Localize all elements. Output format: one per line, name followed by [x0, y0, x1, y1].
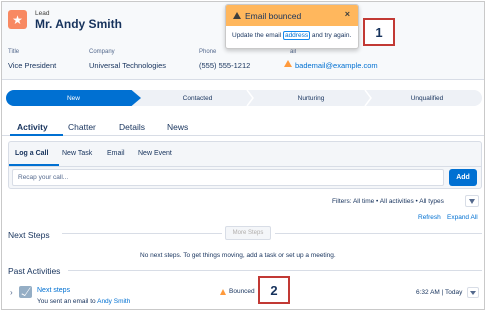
past-activities-heading: Past Activities — [8, 266, 61, 276]
phone-field-label: Phone — [199, 49, 217, 55]
path-bar: New Contacted Nurturing Unqualified — [2, 84, 484, 110]
path-separator — [246, 90, 254, 106]
publisher-tab-log-a-call[interactable]: Log a Call — [15, 150, 48, 157]
toast-message: Update the email address and try again. — [226, 26, 358, 40]
callout-badge-2: 2 — [258, 276, 290, 304]
toast-title: Email bounced — [245, 10, 302, 21]
path-step-contacted[interactable]: Contacted — [141, 90, 254, 106]
recap-call-input[interactable] — [12, 169, 444, 186]
path-step-nurturing[interactable]: Nurturing — [254, 90, 368, 106]
active-tab-indicator — [10, 134, 63, 136]
tab-news[interactable]: News — [167, 122, 188, 132]
funnel-icon — [469, 198, 475, 204]
warning-icon — [233, 12, 241, 19]
activity-publisher: Log a Call New Task Email New Event Add — [8, 141, 482, 189]
chevron-right-icon[interactable]: › — [10, 288, 13, 297]
activity-title-link[interactable]: Next steps — [37, 287, 70, 294]
publisher-divider — [9, 166, 481, 167]
toast-message-start: Update the email — [232, 32, 283, 39]
company-field-value: Universal Technologies — [89, 61, 166, 70]
activity-timestamp: 6:32 AM | Today — [416, 289, 463, 296]
callout-badge-1: 1 — [363, 18, 395, 46]
add-button[interactable]: Add — [449, 169, 477, 186]
no-next-steps-message: No next steps. To get things moving, add… — [140, 252, 336, 259]
tab-chatter[interactable]: Chatter — [68, 122, 96, 132]
warning-icon — [284, 60, 292, 67]
email-icon — [19, 286, 32, 298]
bounced-label: Bounced — [229, 288, 255, 295]
recipient-link[interactable]: Andy Smith — [97, 298, 130, 305]
email-field-label: ail — [290, 49, 297, 55]
path-step-unqualified[interactable]: Unqualified — [372, 90, 482, 106]
activity-summary: You sent an email to Andy Smith — [37, 298, 130, 305]
expand-all-link[interactable]: Expand All — [447, 214, 478, 221]
tab-details[interactable]: Details — [119, 122, 145, 132]
record-page: ★ Lead Mr. Andy Smith Title Vice Preside… — [1, 1, 485, 310]
chevron-down-icon — [470, 290, 476, 295]
object-type-label: Lead — [35, 10, 50, 17]
section-divider — [275, 233, 482, 234]
record-name: Mr. Andy Smith — [35, 17, 122, 31]
filter-button[interactable] — [465, 195, 479, 207]
publisher-active-indicator — [9, 164, 59, 166]
title-field-label: Title — [8, 49, 20, 55]
phone-field-value: (555) 555-1212 — [199, 61, 251, 70]
publisher-tab-new-task[interactable]: New Task — [62, 150, 92, 157]
toast-message-end: and try again. — [310, 32, 352, 39]
toast-address-link[interactable]: address — [282, 31, 311, 40]
section-divider — [68, 270, 482, 271]
warning-icon — [220, 288, 226, 295]
tab-activity[interactable]: Activity — [17, 122, 48, 132]
title-field-value: Vice President — [8, 61, 57, 70]
next-steps-heading: Next Steps — [8, 230, 50, 240]
toast-header: Email bounced × — [226, 5, 358, 26]
company-field-label: Company — [89, 49, 115, 55]
email-field-value[interactable]: bademail@example.com — [295, 61, 378, 70]
filters-summary: Filters: All time • All activities • All… — [332, 198, 444, 205]
path-track: New Contacted Nurturing Unqualified — [6, 90, 482, 106]
bounced-status: Bounced — [220, 288, 255, 295]
publisher-tab-email[interactable]: Email — [107, 150, 125, 157]
email-bounced-toast: Email bounced × Update the email address… — [225, 4, 359, 49]
refresh-link[interactable]: Refresh — [418, 214, 441, 221]
publisher-tab-new-event[interactable]: New Event — [138, 150, 172, 157]
activity-summary-text: You sent an email to — [37, 298, 98, 305]
section-divider — [62, 233, 222, 234]
star-icon: ★ — [8, 10, 27, 29]
path-step-new[interactable]: New — [6, 90, 141, 106]
path-separator — [364, 90, 372, 106]
close-icon[interactable]: × — [345, 9, 350, 19]
more-steps-button[interactable]: More Steps — [225, 226, 271, 240]
activity-menu-button[interactable] — [467, 287, 479, 298]
record-tabs: Activity Chatter Details News — [2, 114, 484, 136]
